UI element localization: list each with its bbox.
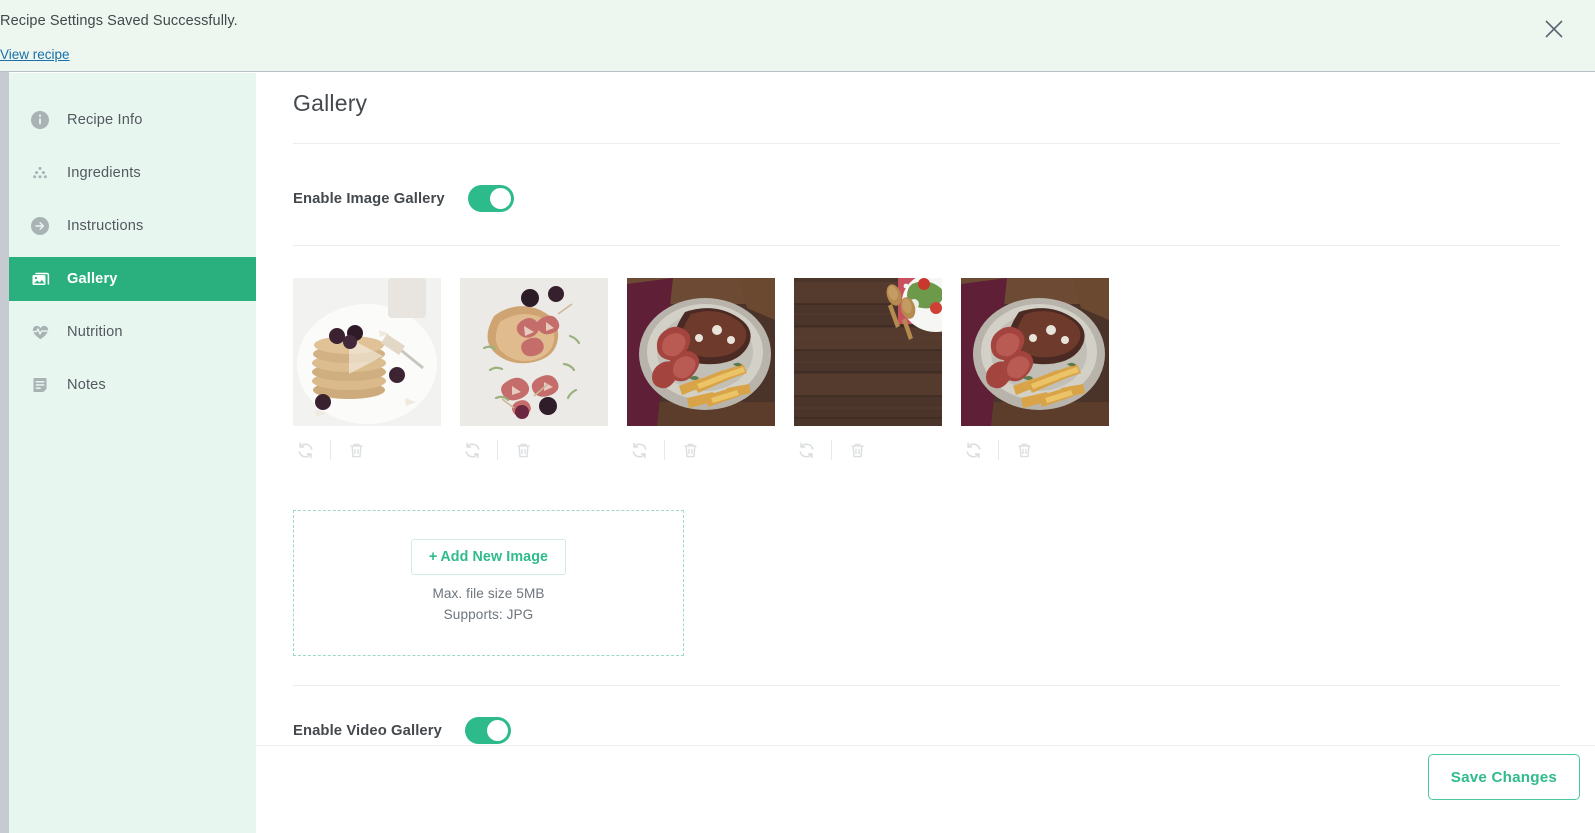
plus-icon: +	[428, 549, 438, 565]
ingredients-dots-icon	[29, 162, 51, 184]
sidebar-item-gallery[interactable]: Gallery	[9, 257, 256, 301]
enable-image-gallery-label: Enable Image Gallery	[293, 190, 445, 207]
gallery-thumbnail-image[interactable]	[627, 278, 775, 426]
page-title: Gallery	[293, 90, 368, 116]
sidebar-item-ingredients[interactable]: Ingredients	[9, 151, 256, 195]
add-new-image-button[interactable]: + Add New Image	[410, 539, 567, 575]
action-divider	[330, 440, 331, 460]
save-changes-button[interactable]: Save Changes	[1427, 754, 1580, 800]
enable-video-gallery-label: Enable Video Gallery	[293, 722, 442, 739]
sidebar-item-recipe-info[interactable]: Recipe Info	[9, 98, 256, 142]
supported-formats-hint: Supports: JPG	[443, 607, 534, 622]
refresh-icon[interactable]	[961, 438, 985, 462]
action-divider	[831, 440, 832, 460]
enable-video-gallery-toggle[interactable]	[464, 717, 511, 744]
notes-icon	[29, 374, 51, 396]
sidebar-item-label: Recipe Info	[67, 112, 143, 128]
info-circle-icon	[29, 109, 51, 131]
arrow-circle-right-icon	[29, 215, 51, 237]
sidebar-item-label: Nutrition	[67, 324, 123, 340]
gallery-item-actions	[293, 437, 460, 463]
gallery-item	[627, 278, 794, 463]
enable-image-gallery-toggle[interactable]	[467, 185, 514, 212]
divider	[293, 143, 1560, 144]
sidebar-item-nutrition[interactable]: Nutrition	[9, 310, 256, 354]
add-new-image-label: Add New Image	[440, 549, 549, 565]
enable-image-gallery-row: Enable Image Gallery	[293, 185, 514, 212]
action-divider	[497, 440, 498, 460]
heart-pulse-icon	[29, 321, 51, 343]
action-divider	[998, 440, 999, 460]
trash-icon[interactable]	[344, 438, 368, 462]
sidebar-item-label: Notes	[67, 377, 106, 393]
gallery-item	[794, 278, 961, 463]
gallery-thumbnail-image[interactable]	[794, 278, 942, 426]
trash-icon[interactable]	[1012, 438, 1036, 462]
sidebar-item-label: Ingredients	[67, 165, 141, 181]
close-icon[interactable]	[1541, 16, 1567, 42]
sidebar-item-label: Gallery	[67, 271, 118, 287]
action-divider	[664, 440, 665, 460]
settings-sidebar: Recipe Info Ingredients Instructions Gal…	[9, 73, 256, 833]
gallery-settings-panel: Gallery Enable Image Gallery + Add New I…	[256, 73, 1595, 745]
enable-video-gallery-row: Enable Video Gallery	[293, 717, 511, 744]
notification-message: Recipe Settings Saved Successfully.	[0, 13, 238, 29]
gallery-item	[293, 278, 460, 463]
trash-icon[interactable]	[511, 438, 535, 462]
gallery-item-actions	[794, 437, 961, 463]
success-notification-banner: Recipe Settings Saved Successfully. View…	[0, 0, 1595, 72]
gallery-thumbnail-list	[293, 278, 1128, 463]
trash-icon[interactable]	[678, 438, 702, 462]
settings-footer: Save Changes	[256, 745, 1595, 833]
refresh-icon[interactable]	[794, 438, 818, 462]
image-upload-dropzone[interactable]: + Add New Image Max. file size 5MB Suppor…	[293, 510, 684, 656]
view-recipe-link[interactable]: View recipe	[0, 47, 70, 62]
trash-icon[interactable]	[845, 438, 869, 462]
page-scroll-edge	[0, 72, 9, 833]
sidebar-item-notes[interactable]: Notes	[9, 363, 256, 407]
divider	[293, 685, 1560, 686]
sidebar-item-instructions[interactable]: Instructions	[9, 204, 256, 248]
refresh-icon[interactable]	[293, 438, 317, 462]
gallery-item	[460, 278, 627, 463]
gallery-item	[961, 278, 1128, 463]
gallery-item-actions	[460, 437, 627, 463]
gallery-item-actions	[961, 437, 1128, 463]
gallery-thumbnail-image[interactable]	[460, 278, 608, 426]
sidebar-item-label: Instructions	[67, 218, 144, 234]
max-file-size-hint: Max. file size 5MB	[432, 586, 545, 601]
gallery-thumbnail-image[interactable]	[961, 278, 1109, 426]
image-icon	[29, 268, 51, 290]
gallery-thumbnail-image[interactable]	[293, 278, 441, 426]
divider	[293, 245, 1560, 246]
refresh-icon[interactable]	[627, 438, 651, 462]
refresh-icon[interactable]	[460, 438, 484, 462]
gallery-item-actions	[627, 437, 794, 463]
